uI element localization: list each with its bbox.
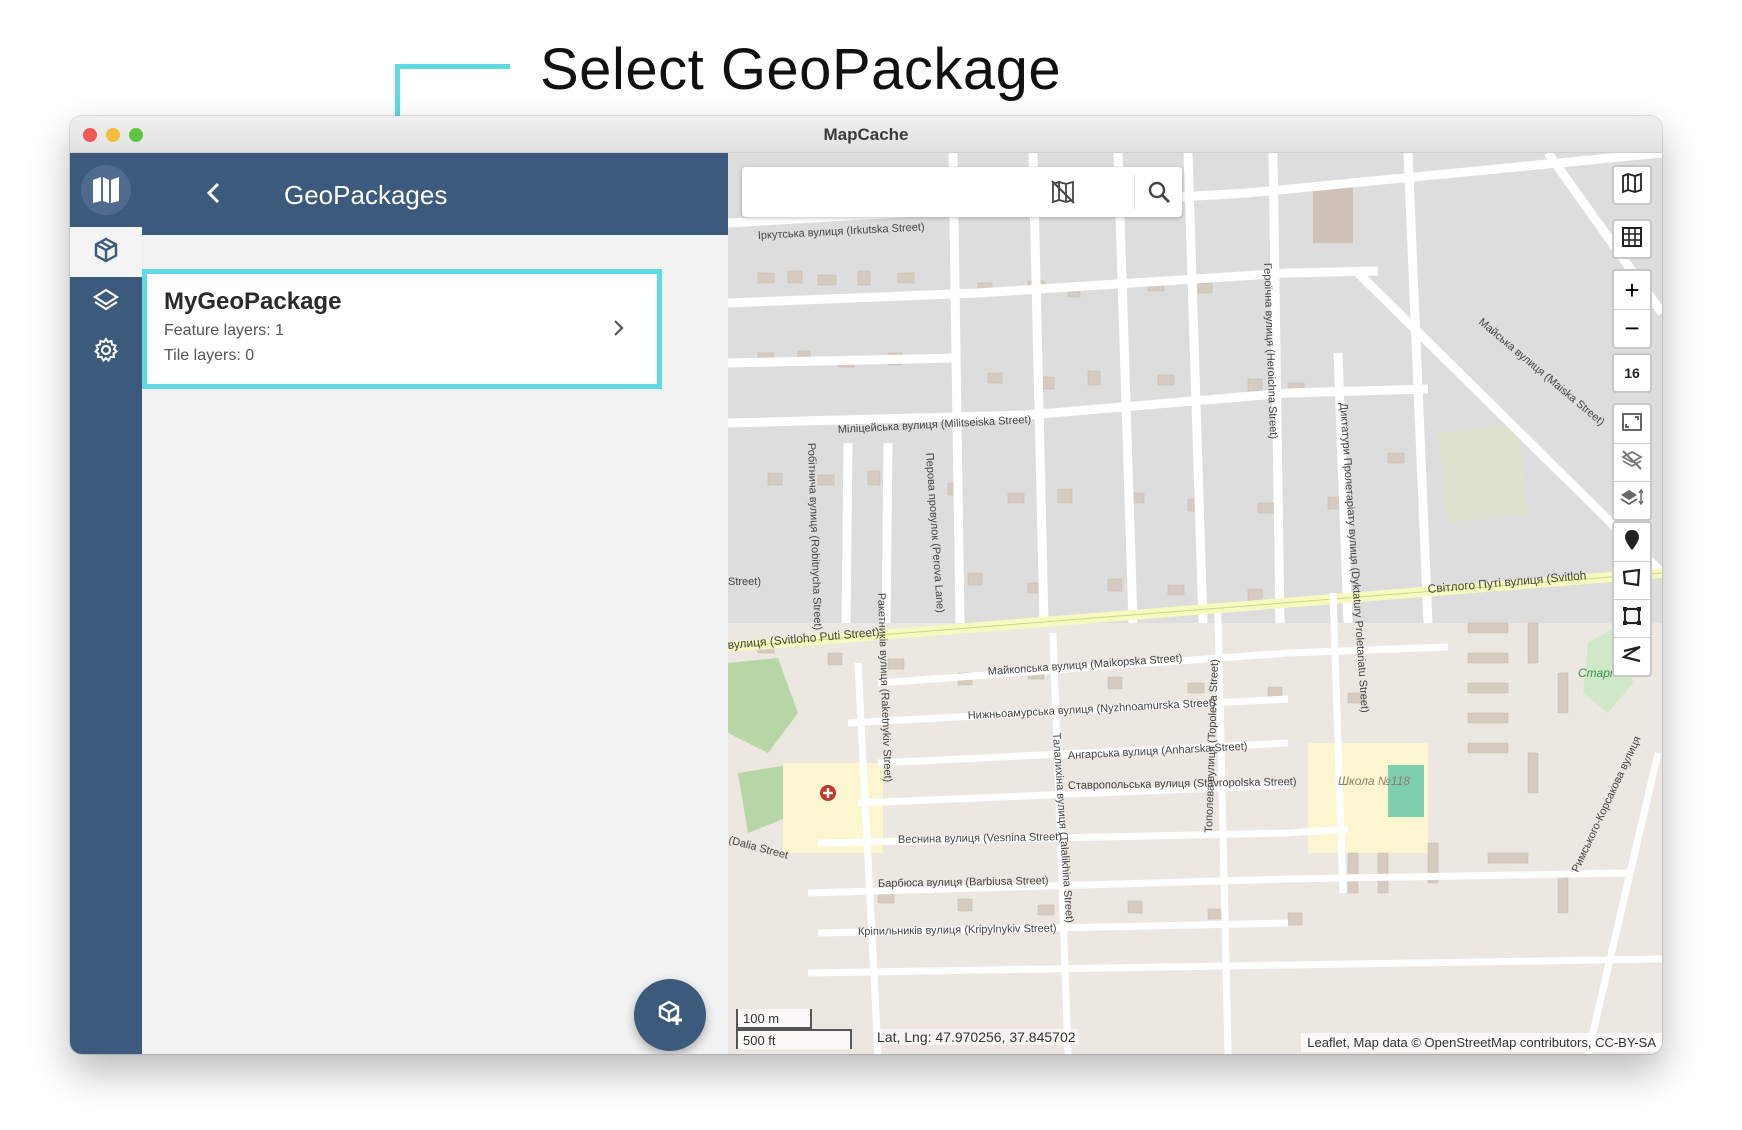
map-off-icon[interactable]: [1048, 177, 1078, 207]
fit-bounds-icon: [1621, 412, 1643, 437]
map-scale: 100 m 500 ft: [736, 1009, 852, 1049]
gear-icon: [92, 336, 120, 369]
draw-marker-button[interactable]: [1614, 523, 1650, 561]
search-divider: [1134, 175, 1135, 209]
panel-header: GeoPackages: [142, 153, 728, 235]
scale-imperial: 500 ft: [736, 1029, 852, 1049]
zoom-control: + −: [1612, 269, 1652, 349]
map-search-box: [742, 167, 1182, 217]
geopackage-list-item[interactable]: MyGeoPackage Feature layers: 1 Tile laye…: [142, 269, 662, 389]
zoom-in-button[interactable]: +: [1614, 271, 1650, 309]
zoom-out-button[interactable]: −: [1614, 309, 1650, 347]
window-title: MapCache: [823, 125, 909, 144]
rail-item-geopackages[interactable]: [70, 227, 142, 277]
panel-title: GeoPackages: [284, 180, 448, 210]
map-icon: [1621, 172, 1643, 198]
svg-text:Street): Street): [728, 576, 761, 588]
app-window: MapCache GeoPackages MyGeoPackage Featur…: [70, 116, 1662, 1054]
zoom-level-value: 16: [1624, 365, 1640, 381]
back-button[interactable]: [196, 177, 232, 213]
layers-off-icon: [1621, 449, 1643, 476]
geopackages-panel: GeoPackages MyGeoPackage Feature layers:…: [142, 153, 728, 1054]
callout-connector-horizontal: [395, 64, 510, 69]
scale-metric: 100 m: [736, 1009, 812, 1029]
grid-icon: [1621, 226, 1643, 253]
title-bar: MapCache: [70, 116, 1662, 153]
map-search-input[interactable]: [752, 175, 1082, 209]
draw-polygon-button[interactable]: [1614, 561, 1650, 599]
search-icon[interactable]: [1144, 177, 1174, 207]
polyline-icon: [1621, 643, 1643, 670]
zoom-level-indicator: 16: [1612, 353, 1652, 393]
navigation-rail: [70, 153, 142, 1054]
basemap-button[interactable]: [1612, 165, 1652, 205]
feature-layers-count: Feature layers: 1: [164, 322, 285, 339]
marker-icon: [1624, 529, 1640, 556]
fit-bounds-button[interactable]: [1614, 405, 1650, 443]
geopackage-name: MyGeoPackage: [164, 288, 342, 315]
layers-icon: [92, 286, 120, 319]
map-view[interactable]: Іркутська вулиця (Irkutska Street) Міліц…: [728, 153, 1662, 1054]
svg-text:Школа №118: Школа №118: [1338, 774, 1410, 788]
layer-tools-group: [1612, 403, 1652, 521]
polygon-icon: [1621, 567, 1643, 594]
add-geopackage-button[interactable]: [634, 979, 706, 1051]
disable-layers-button[interactable]: [1614, 443, 1650, 481]
layer-order-button[interactable]: [1614, 481, 1650, 519]
draw-tools-group: [1612, 521, 1652, 677]
chevron-left-icon: [204, 181, 224, 210]
draw-line-button[interactable]: [1614, 637, 1650, 675]
rectangle-icon: [1621, 605, 1643, 632]
tile-layers-count: Tile layers: 0: [164, 347, 255, 364]
cursor-coordinates: Lat, Lng: 47.970256, 37.845702: [874, 1029, 1079, 1045]
map-tiles: Іркутська вулиця (Irkutska Street) Міліц…: [728, 153, 1662, 1054]
callout-title: Select GeoPackage: [540, 37, 1062, 102]
screenshot-stage: Select GeoPackage MapCache GeoPackages M…: [0, 0, 1742, 1130]
chevron-right-icon: [605, 314, 633, 342]
grid-button[interactable]: [1612, 219, 1652, 259]
map-attribution: Leaflet, Map data © OpenStreetMap contri…: [1301, 1033, 1662, 1052]
layers-sort-icon: [1620, 487, 1644, 514]
geopackage-cube-icon: [92, 236, 120, 269]
rail-item-layers[interactable]: [70, 277, 142, 327]
rail-item-settings[interactable]: [70, 327, 142, 377]
add-geopackage-icon: [655, 998, 685, 1033]
zoom-out-label: −: [1624, 313, 1640, 343]
zoom-in-label: +: [1624, 274, 1640, 305]
draw-rectangle-button[interactable]: [1614, 599, 1650, 637]
mapcache-logo-icon: [81, 165, 131, 215]
